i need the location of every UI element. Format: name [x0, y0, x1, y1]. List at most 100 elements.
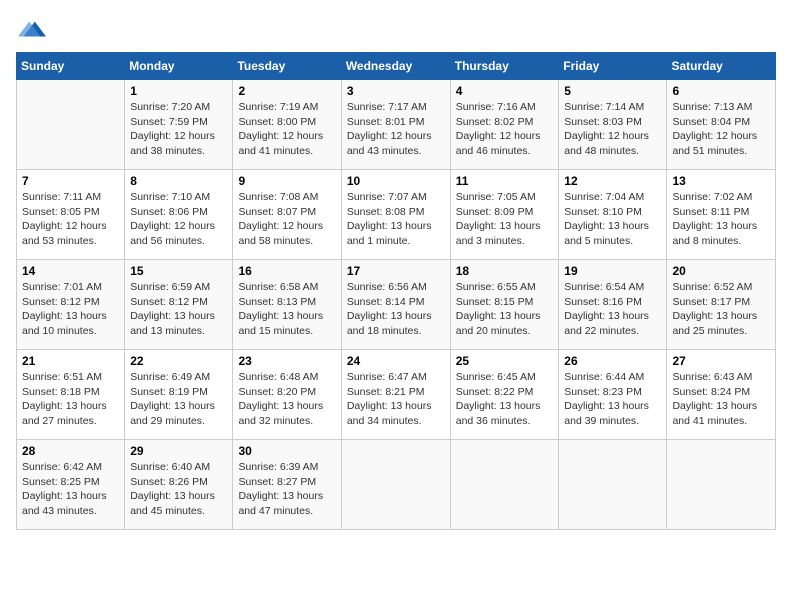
- calendar-cell: [341, 440, 450, 530]
- calendar-cell: 8Sunrise: 7:10 AM Sunset: 8:06 PM Daylig…: [125, 170, 233, 260]
- weekday-header-tuesday: Tuesday: [233, 53, 341, 80]
- day-info: Sunrise: 6:45 AM Sunset: 8:22 PM Dayligh…: [456, 370, 554, 429]
- calendar-cell: 22 Sunrise: 6:49 AM Sunset: 8:19 PM Dayli…: [125, 350, 233, 440]
- calendar-cell: 16 Sunrise: 6:58 AM Sunset: 8:13 PM Dayli…: [233, 260, 341, 350]
- day-number: 21: [22, 354, 119, 368]
- logo: [16, 16, 46, 44]
- calendar-cell: 10 Sunrise: 7:07 AM Sunset: 8:08 PM Dayli…: [341, 170, 450, 260]
- calendar-cell: 23 Sunrise: 6:48 AM Sunset: 8:20 PM Dayli…: [233, 350, 341, 440]
- day-number: 6: [672, 84, 770, 98]
- calendar-cell: 3 Sunrise: 7:17 AM Sunset: 8:01 PM Daylig…: [341, 80, 450, 170]
- calendar-cell: 11 Sunrise: 7:05 AM Sunset: 8:09 PM Dayli…: [450, 170, 559, 260]
- calendar-cell: 17 Sunrise: 6:56 AM Sunset: 8:14 PM Dayli…: [341, 260, 450, 350]
- day-info: Sunrise: 7:16 AM Sunset: 8:02 PM Dayligh…: [456, 100, 554, 159]
- calendar-cell: 15 Sunrise: 6:59 AM Sunset: 8:12 PM Dayli…: [125, 260, 233, 350]
- calendar-cell: 9 Sunrise: 7:08 AM Sunset: 8:07 PM Daylig…: [233, 170, 341, 260]
- day-number: 10: [347, 174, 445, 188]
- day-number: 30: [238, 444, 335, 458]
- calendar-cell: 27 Sunrise: 6:43 AM Sunset: 8:24 PM Dayli…: [667, 350, 776, 440]
- day-number: 14: [22, 264, 119, 278]
- page-header: [16, 16, 776, 44]
- calendar-cell: 1 Sunrise: 7:20 AM Sunset: 7:59 PM Daylig…: [125, 80, 233, 170]
- calendar-cell: 2 Sunrise: 7:19 AM Sunset: 8:00 PM Daylig…: [233, 80, 341, 170]
- calendar-cell: 19Sunrise: 6:54 AM Sunset: 8:16 PM Dayli…: [559, 260, 667, 350]
- day-info: Sunrise: 6:47 AM Sunset: 8:21 PM Dayligh…: [347, 370, 445, 429]
- day-number: 18: [456, 264, 554, 278]
- day-number: 15: [130, 264, 227, 278]
- calendar-cell: 5 Sunrise: 7:14 AM Sunset: 8:03 PM Daylig…: [559, 80, 667, 170]
- day-info: Sunrise: 6:39 AM Sunset: 8:27 PM Dayligh…: [238, 460, 335, 519]
- day-info: Sunrise: 6:49 AM Sunset: 8:19 PM Dayligh…: [130, 370, 227, 429]
- day-info: Sunrise: 6:48 AM Sunset: 8:20 PM Dayligh…: [238, 370, 335, 429]
- day-info: Sunrise: 7:07 AM Sunset: 8:08 PM Dayligh…: [347, 190, 445, 249]
- day-number: 25: [456, 354, 554, 368]
- calendar-cell: 21 Sunrise: 6:51 AM Sunset: 8:18 PM Dayli…: [17, 350, 125, 440]
- calendar-cell: 30 Sunrise: 6:39 AM Sunset: 8:27 PM Dayli…: [233, 440, 341, 530]
- day-info: Sunrise: 6:56 AM Sunset: 8:14 PM Dayligh…: [347, 280, 445, 339]
- day-number: 2: [238, 84, 335, 98]
- day-info: Sunrise: 6:51 AM Sunset: 8:18 PM Dayligh…: [22, 370, 119, 429]
- weekday-header-saturday: Saturday: [667, 53, 776, 80]
- day-number: 9: [238, 174, 335, 188]
- day-info: Sunrise: 7:19 AM Sunset: 8:00 PM Dayligh…: [238, 100, 335, 159]
- calendar-cell: [667, 440, 776, 530]
- weekday-header-sunday: Sunday: [17, 53, 125, 80]
- calendar-cell: 28Sunrise: 6:42 AM Sunset: 8:25 PM Dayli…: [17, 440, 125, 530]
- calendar-cell: 6 Sunrise: 7:13 AM Sunset: 8:04 PM Daylig…: [667, 80, 776, 170]
- calendar-cell: [559, 440, 667, 530]
- day-number: 3: [347, 84, 445, 98]
- day-info: Sunrise: 6:52 AM Sunset: 8:17 PM Dayligh…: [672, 280, 770, 339]
- day-number: 26: [564, 354, 661, 368]
- day-number: 8: [130, 174, 227, 188]
- day-info: Sunrise: 7:01 AM Sunset: 8:12 PM Dayligh…: [22, 280, 119, 339]
- calendar-cell: 24 Sunrise: 6:47 AM Sunset: 8:21 PM Dayli…: [341, 350, 450, 440]
- calendar-cell: 7 Sunrise: 7:11 AM Sunset: 8:05 PM Daylig…: [17, 170, 125, 260]
- day-number: 17: [347, 264, 445, 278]
- day-number: 24: [347, 354, 445, 368]
- day-number: 12: [564, 174, 661, 188]
- day-number: 5: [564, 84, 661, 98]
- day-number: 13: [672, 174, 770, 188]
- day-info: Sunrise: 7:17 AM Sunset: 8:01 PM Dayligh…: [347, 100, 445, 159]
- day-number: 4: [456, 84, 554, 98]
- day-info: Sunrise: 7:04 AM Sunset: 8:10 PM Dayligh…: [564, 190, 661, 249]
- calendar-cell: [17, 80, 125, 170]
- day-info: Sunrise: 6:59 AM Sunset: 8:12 PM Dayligh…: [130, 280, 227, 339]
- day-number: 29: [130, 444, 227, 458]
- day-info: Sunrise: 7:05 AM Sunset: 8:09 PM Dayligh…: [456, 190, 554, 249]
- calendar-cell: 18Sunrise: 6:55 AM Sunset: 8:15 PM Dayli…: [450, 260, 559, 350]
- weekday-header-thursday: Thursday: [450, 53, 559, 80]
- calendar-cell: 29 Sunrise: 6:40 AM Sunset: 8:26 PM Dayli…: [125, 440, 233, 530]
- day-number: 27: [672, 354, 770, 368]
- day-number: 16: [238, 264, 335, 278]
- calendar-table: SundayMondayTuesdayWednesdayThursdayFrid…: [16, 52, 776, 530]
- day-info: Sunrise: 6:40 AM Sunset: 8:26 PM Dayligh…: [130, 460, 227, 519]
- calendar-cell: [450, 440, 559, 530]
- weekday-header-friday: Friday: [559, 53, 667, 80]
- day-number: 11: [456, 174, 554, 188]
- logo-icon: [18, 16, 46, 44]
- day-info: Sunrise: 7:13 AM Sunset: 8:04 PM Dayligh…: [672, 100, 770, 159]
- day-info: Sunrise: 7:20 AM Sunset: 7:59 PM Dayligh…: [130, 100, 227, 159]
- calendar-cell: 25 Sunrise: 6:45 AM Sunset: 8:22 PM Dayli…: [450, 350, 559, 440]
- day-info: Sunrise: 6:43 AM Sunset: 8:24 PM Dayligh…: [672, 370, 770, 429]
- day-info: Sunrise: 6:44 AM Sunset: 8:23 PM Dayligh…: [564, 370, 661, 429]
- calendar-cell: 12 Sunrise: 7:04 AM Sunset: 8:10 PM Dayli…: [559, 170, 667, 260]
- calendar-cell: 20 Sunrise: 6:52 AM Sunset: 8:17 PM Dayli…: [667, 260, 776, 350]
- calendar-cell: 4 Sunrise: 7:16 AM Sunset: 8:02 PM Daylig…: [450, 80, 559, 170]
- day-number: 19: [564, 264, 661, 278]
- day-number: 22: [130, 354, 227, 368]
- calendar-cell: 14 Sunrise: 7:01 AM Sunset: 8:12 PM Dayli…: [17, 260, 125, 350]
- day-info: Sunrise: 7:11 AM Sunset: 8:05 PM Dayligh…: [22, 190, 119, 249]
- day-info: Sunrise: 7:14 AM Sunset: 8:03 PM Dayligh…: [564, 100, 661, 159]
- weekday-header-monday: Monday: [125, 53, 233, 80]
- calendar-cell: 26 Sunrise: 6:44 AM Sunset: 8:23 PM Dayli…: [559, 350, 667, 440]
- day-number: 1: [130, 84, 227, 98]
- day-info: Sunrise: 7:08 AM Sunset: 8:07 PM Dayligh…: [238, 190, 335, 249]
- day-number: 7: [22, 174, 119, 188]
- day-number: 28: [22, 444, 119, 458]
- day-number: 23: [238, 354, 335, 368]
- day-number: 20: [672, 264, 770, 278]
- day-info: Sunrise: 6:58 AM Sunset: 8:13 PM Dayligh…: [238, 280, 335, 339]
- calendar-cell: 13Sunrise: 7:02 AM Sunset: 8:11 PM Dayli…: [667, 170, 776, 260]
